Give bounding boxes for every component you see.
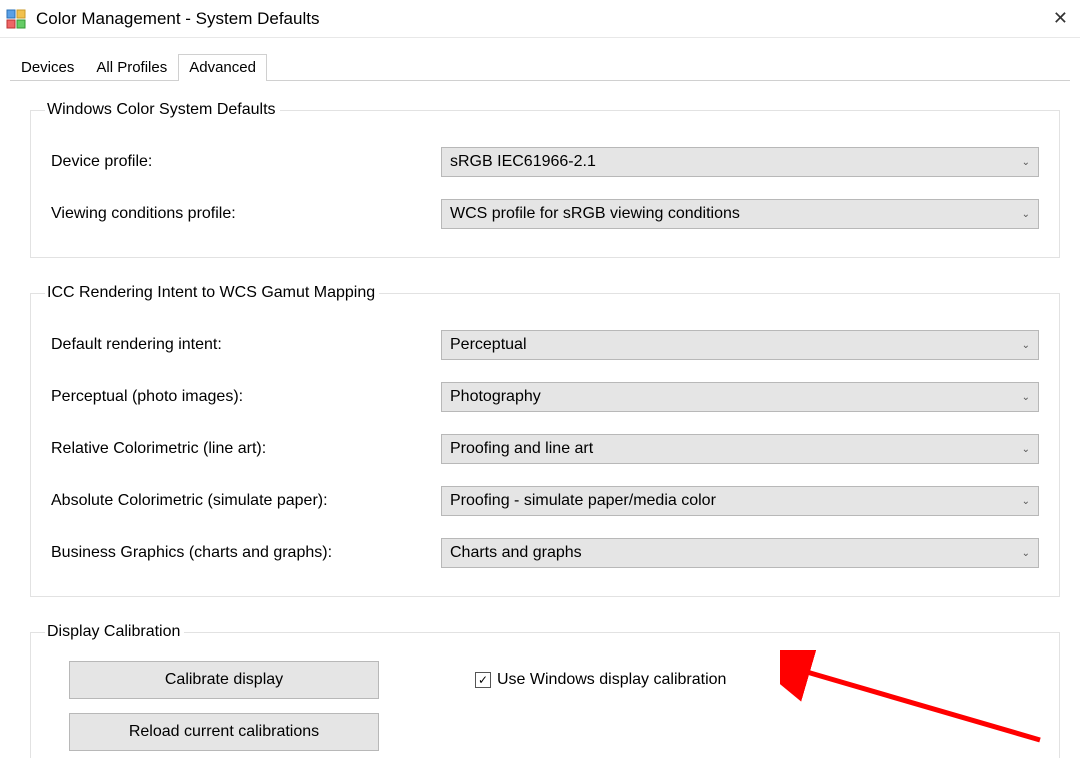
- dropdown-value: Photography: [450, 388, 1022, 406]
- dropdown-business-graphics[interactable]: Charts and graphs ⌄: [441, 538, 1039, 568]
- titlebar: Color Management - System Defaults ✕: [0, 0, 1080, 38]
- dropdown-value: sRGB IEC61966-2.1: [450, 153, 1022, 171]
- window-title: Color Management - System Defaults: [36, 9, 319, 29]
- chevron-down-icon: ⌄: [1022, 209, 1030, 220]
- tab-all-profiles[interactable]: All Profiles: [85, 54, 178, 81]
- check-icon: ✓: [478, 674, 488, 686]
- tab-advanced[interactable]: Advanced: [178, 54, 267, 81]
- label-device-profile: Device profile:: [51, 153, 441, 171]
- checkbox-label: Use Windows display calibration: [497, 671, 726, 689]
- label-business-graphics: Business Graphics (charts and graphs):: [51, 544, 441, 562]
- calibrate-display-button[interactable]: Calibrate display: [69, 661, 379, 699]
- chevron-down-icon: ⌄: [1022, 548, 1030, 559]
- label-perceptual: Perceptual (photo images):: [51, 388, 441, 406]
- label-viewing-conditions: Viewing conditions profile:: [51, 205, 441, 223]
- chevron-down-icon: ⌄: [1022, 340, 1030, 351]
- tab-devices[interactable]: Devices: [10, 54, 85, 81]
- group-windows-color-system-defaults: Windows Color System Defaults Device pro…: [30, 101, 1060, 258]
- label-default-rendering-intent: Default rendering intent:: [51, 336, 441, 354]
- chevron-down-icon: ⌄: [1022, 392, 1030, 403]
- dropdown-value: Proofing - simulate paper/media color: [450, 492, 1022, 510]
- checkbox-box: ✓: [475, 672, 491, 688]
- dropdown-relative-colorimetric[interactable]: Proofing and line art ⌄: [441, 434, 1039, 464]
- group-display-calibration: Display Calibration Calibrate display ✓ …: [30, 623, 1060, 758]
- dropdown-device-profile[interactable]: sRGB IEC61966-2.1 ⌄: [441, 147, 1039, 177]
- dropdown-value: Perceptual: [450, 336, 1022, 354]
- chevron-down-icon: ⌄: [1022, 157, 1030, 168]
- dropdown-value: Charts and graphs: [450, 544, 1022, 562]
- chevron-down-icon: ⌄: [1022, 444, 1030, 455]
- close-icon[interactable]: ✕: [1047, 8, 1074, 29]
- dropdown-value: Proofing and line art: [450, 440, 1022, 458]
- dropdown-value: WCS profile for sRGB viewing conditions: [450, 205, 1022, 223]
- group-legend-icc: ICC Rendering Intent to WCS Gamut Mappin…: [45, 284, 379, 302]
- use-windows-display-calibration-checkbox[interactable]: ✓ Use Windows display calibration: [475, 671, 726, 689]
- app-icon: [6, 9, 26, 29]
- reload-current-calibrations-button[interactable]: Reload current calibrations: [69, 713, 379, 751]
- group-legend-wcs: Windows Color System Defaults: [45, 101, 280, 119]
- group-icc-rendering-intent: ICC Rendering Intent to WCS Gamut Mappin…: [30, 284, 1060, 597]
- dropdown-perceptual[interactable]: Photography ⌄: [441, 382, 1039, 412]
- dropdown-viewing-conditions[interactable]: WCS profile for sRGB viewing conditions …: [441, 199, 1039, 229]
- label-absolute-colorimetric: Absolute Colorimetric (simulate paper):: [51, 492, 441, 510]
- tab-strip: Devices All Profiles Advanced: [0, 38, 1080, 81]
- dropdown-absolute-colorimetric[interactable]: Proofing - simulate paper/media color ⌄: [441, 486, 1039, 516]
- chevron-down-icon: ⌄: [1022, 496, 1030, 507]
- dropdown-default-rendering-intent[interactable]: Perceptual ⌄: [441, 330, 1039, 360]
- label-relative-colorimetric: Relative Colorimetric (line art):: [51, 440, 441, 458]
- group-legend-calib: Display Calibration: [45, 623, 184, 641]
